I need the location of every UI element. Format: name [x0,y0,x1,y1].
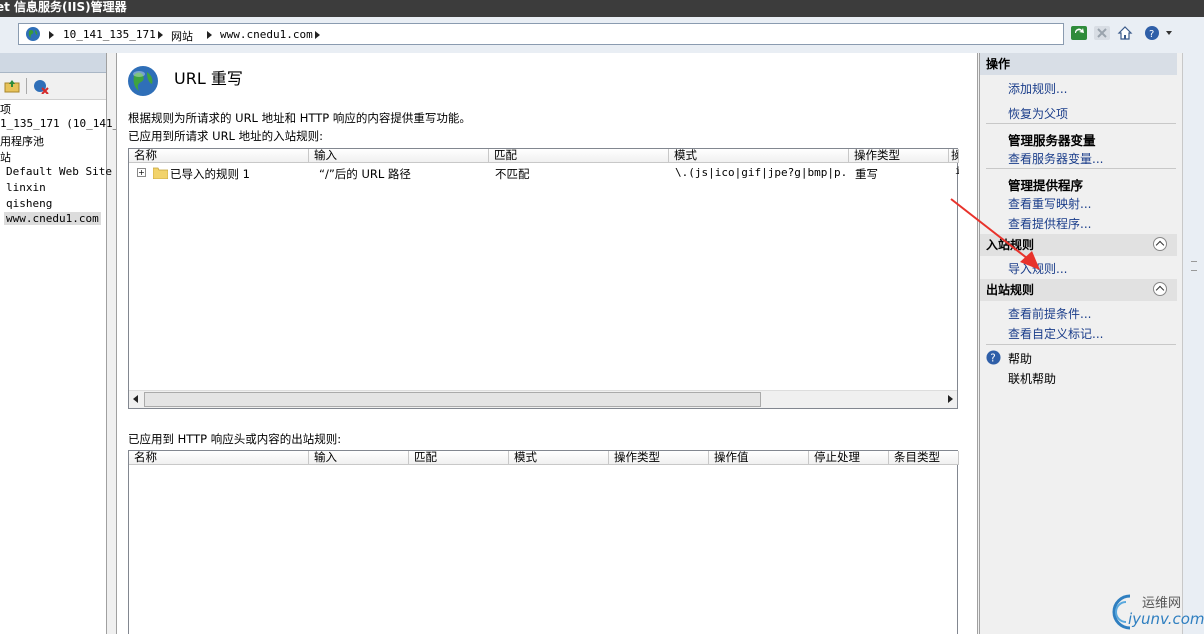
tree-item-app-pools[interactable]: 用程序池 [0,133,44,149]
vertical-scrollbar[interactable] [1182,53,1204,634]
column-header-action-type[interactable]: 操作类型 [609,451,709,465]
tree-item-server[interactable]: 1_135_171 (10_141_ [0,117,119,130]
watermark-brand: 运维网 [1142,596,1182,611]
expand-icon[interactable]: + [137,168,146,177]
column-header-action[interactable]: 操作类型 [849,149,949,163]
svg-text:?: ? [1149,29,1154,40]
breadcrumb-separator-icon [315,31,320,39]
up-folder-icon[interactable] [4,78,20,94]
breadcrumb[interactable]: 10_141_135_171 网站 www.cnedu1.com [18,23,1064,45]
actions-header: 操作 [980,53,1177,75]
import-rules-link[interactable]: 导入规则... [1008,260,1067,277]
connections-toolbar [0,73,106,100]
toolbar-divider [26,78,27,94]
page-title: URL 重写 [174,69,243,88]
scroll-right-icon[interactable] [948,395,953,403]
view-server-vars-link[interactable]: 查看服务器变量... [1008,150,1103,167]
breadcrumb-sites[interactable]: 网站 [171,28,193,44]
view-custom-tags-link[interactable]: 查看自定义标记... [1008,325,1103,342]
column-header-more[interactable]: 操 [949,149,959,163]
help-icon: ? [986,350,1001,365]
tree-item-sites[interactable]: 站 [0,149,11,165]
tree-item-qisheng[interactable]: qisheng [6,197,52,210]
column-header-input[interactable]: 输入 [309,451,409,465]
divider [986,344,1176,345]
outbound-rules-label: 已应用到 HTTP 响应头或内容的出站规则: [128,432,342,446]
column-header-stop[interactable]: 停止处理 [809,451,889,465]
divider [986,168,1176,169]
inbound-rules-grid[interactable]: 名称 输入 匹配 模式 操作类型 操 + 已导入的规则 1 “/”后的 URL … [128,148,959,409]
tree-item-linxin[interactable]: linxin [6,181,46,194]
column-header-match[interactable]: 匹配 [409,451,509,465]
inbound-rules-label: 已应用到所请求 URL 地址的入站规则: [128,129,323,143]
manage-providers-heading: 管理提供程序 [1008,178,1084,193]
rule-action: 重写 [855,167,878,181]
rule-input: “/”后的 URL 路径 [319,167,411,181]
inbound-rules-section-header[interactable]: 入站规则 [980,234,1177,256]
column-header-match[interactable]: 匹配 [489,149,669,163]
collapse-icon[interactable] [1153,282,1167,296]
folder-icon [153,167,168,179]
svg-text:?: ? [990,353,995,365]
rule-name: 已导入的规则 1 [170,167,250,181]
window-title: et 信息服务(IIS)管理器 [0,0,127,14]
view-preconditions-link[interactable]: 查看前提条件... [1008,305,1091,322]
column-header-name[interactable]: 名称 [129,451,309,465]
home-icon[interactable] [1117,25,1133,41]
tree-item-start[interactable]: 项 [0,101,11,117]
address-bar: 10_141_135_171 网站 www.cnedu1.com ? [0,17,1204,53]
add-rule-link[interactable]: 添加规则... [1008,80,1067,97]
globe-icon [26,27,40,41]
tree-item-default-site[interactable]: Default Web Site [6,165,112,178]
watermark-logo: 运维网 iyunv.com [1100,586,1204,634]
rule-extra: i [955,166,959,177]
outbound-rules-section-header[interactable]: 出站规则 [980,279,1177,301]
rule-match: 不匹配 [495,167,530,181]
breadcrumb-site[interactable]: www.cnedu1.com [220,28,313,41]
column-header-name[interactable]: 名称 [129,149,309,163]
help-link[interactable]: 帮助 [1008,350,1032,367]
view-rewrite-maps-link[interactable]: 查看重写映射... [1008,195,1091,212]
table-row[interactable]: + 已导入的规则 1 “/”后的 URL 路径 不匹配 \.(js|ico|gi… [129,165,959,181]
horizontal-scrollbar[interactable] [129,390,957,408]
column-header-input[interactable]: 输入 [309,149,489,163]
connect-icon[interactable] [32,78,50,94]
window-titlebar: et 信息服务(IIS)管理器 [0,0,1204,17]
manage-server-vars-heading: 管理服务器变量 [1008,133,1096,148]
divider [986,123,1176,124]
scroll-left-icon[interactable] [133,395,138,403]
column-header-pattern[interactable]: 模式 [669,149,849,163]
refresh-icon[interactable] [1071,25,1087,41]
feature-description: 根据规则为所请求的 URL 地址和 HTTP 响应的内容提供重写功能。 [128,111,471,125]
outbound-rules-grid[interactable]: 名称 输入 匹配 模式 操作类型 操作值 停止处理 条目类型 [128,450,959,634]
inbound-rules-heading: 入站规则 [986,238,1035,252]
view-providers-link[interactable]: 查看提供程序... [1008,215,1091,232]
stop-icon[interactable] [1094,25,1110,41]
scroll-thumb[interactable] [144,392,761,407]
watermark-domain: iyunv.com [1128,610,1204,628]
help-icon[interactable]: ? [1144,25,1160,41]
globe-icon [128,66,158,96]
chevron-down-icon[interactable] [1166,31,1172,35]
actions-pane: 操作 添加规则... 恢复为父项 管理服务器变量 查看服务器变量... 管理提供… [979,53,1177,634]
column-header-action-value[interactable]: 操作值 [709,451,809,465]
breadcrumb-server[interactable]: 10_141_135_171 [63,28,156,41]
connections-header [0,53,106,73]
outbound-rules-heading: 出站规则 [986,283,1035,297]
collapse-icon[interactable] [1153,237,1167,251]
revert-parent-link[interactable]: 恢复为父项 [1008,105,1068,122]
connections-pane: 项 1_135_171 (10_141_ 用程序池 站 Default Web … [0,53,119,634]
tree-item-selected-site[interactable]: www.cnedu1.com [4,212,101,225]
breadcrumb-separator-icon [207,31,212,39]
column-header-pattern[interactable]: 模式 [509,451,609,465]
scroll-grip[interactable] [1191,261,1197,271]
online-help-link[interactable]: 联机帮助 [1008,370,1056,387]
feature-pane: URL 重写 根据规则为所请求的 URL 地址和 HTTP 响应的内容提供重写功… [116,53,978,634]
breadcrumb-separator-icon [49,31,54,39]
breadcrumb-separator-icon [158,31,163,39]
rule-pattern: \.(js|ico|gif|jpe?g|bmp|p... [675,166,845,179]
column-header-entry-type[interactable]: 条目类型 [889,451,959,465]
